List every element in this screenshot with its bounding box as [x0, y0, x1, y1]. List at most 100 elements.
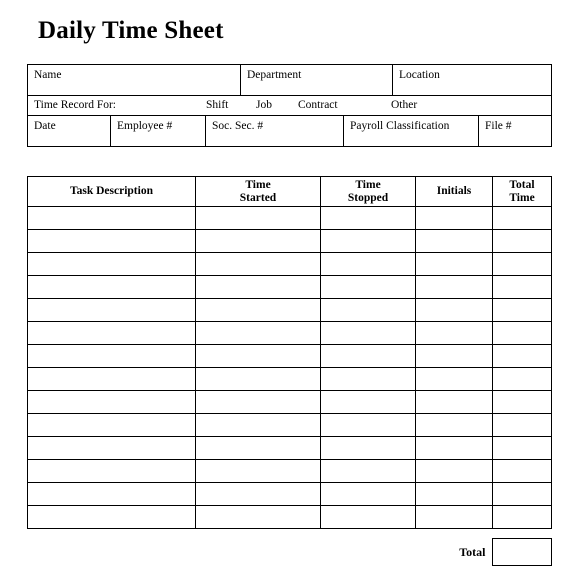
- table-row: [27, 482, 552, 506]
- table-row: [27, 321, 552, 345]
- time-stopped-cell[interactable]: [320, 229, 416, 253]
- time-started-cell[interactable]: [195, 252, 321, 276]
- total-row-spacer-2: [195, 539, 320, 566]
- time-stopped-cell[interactable]: [320, 206, 416, 230]
- initials-cell[interactable]: [415, 482, 493, 506]
- time-started-cell[interactable]: [195, 367, 321, 391]
- page-title: Daily Time Sheet: [38, 17, 224, 44]
- total-time-cell[interactable]: [492, 367, 552, 391]
- total-time-cell[interactable]: [492, 275, 552, 299]
- time-stopped-cell[interactable]: [320, 344, 416, 368]
- time-started-cell[interactable]: [195, 275, 321, 299]
- task-description-cell[interactable]: [27, 206, 196, 230]
- initials-cell[interactable]: [415, 229, 493, 253]
- task-description-cell[interactable]: [27, 482, 196, 506]
- file-number-field-cell[interactable]: File #: [478, 115, 552, 147]
- total-time-cell[interactable]: [492, 229, 552, 253]
- task-description-cell[interactable]: [27, 390, 196, 414]
- task-description-cell[interactable]: [27, 505, 196, 529]
- time-stopped-cell[interactable]: [320, 275, 416, 299]
- time-started-cell[interactable]: [195, 505, 321, 529]
- initials-cell[interactable]: [415, 505, 493, 529]
- task-description-cell[interactable]: [27, 321, 196, 345]
- time-record-for-cell[interactable]: Time Record For: Shift Job Contract Othe…: [27, 95, 552, 116]
- column-header-time-started: Time Started: [195, 176, 321, 207]
- task-description-cell[interactable]: [27, 436, 196, 460]
- task-table-header-row: Task Description Time Started Time Stopp…: [27, 176, 552, 207]
- task-description-cell[interactable]: [27, 413, 196, 437]
- initials-cell[interactable]: [415, 298, 493, 322]
- initials-cell[interactable]: [415, 459, 493, 483]
- total-time-cell[interactable]: [492, 252, 552, 276]
- initials-cell[interactable]: [415, 321, 493, 345]
- initials-cell[interactable]: [415, 344, 493, 368]
- time-started-cell[interactable]: [195, 390, 321, 414]
- payroll-classification-field-cell[interactable]: Payroll Classification: [343, 115, 479, 147]
- table-row: [27, 298, 552, 322]
- job-option-label[interactable]: Job: [256, 99, 272, 112]
- time-started-cell[interactable]: [195, 298, 321, 322]
- department-field-cell[interactable]: Department: [240, 64, 393, 96]
- total-time-cell[interactable]: [492, 390, 552, 414]
- total-time-cell[interactable]: [492, 344, 552, 368]
- time-stopped-cell[interactable]: [320, 413, 416, 437]
- shift-option-label[interactable]: Shift: [206, 99, 228, 112]
- time-started-cell[interactable]: [195, 344, 321, 368]
- task-description-cell[interactable]: [27, 252, 196, 276]
- task-description-cell[interactable]: [27, 367, 196, 391]
- time-stopped-cell[interactable]: [320, 367, 416, 391]
- total-time-cell[interactable]: [492, 298, 552, 322]
- initials-cell[interactable]: [415, 367, 493, 391]
- table-row: [27, 367, 552, 391]
- total-time-cell[interactable]: [492, 436, 552, 460]
- time-stopped-cell[interactable]: [320, 482, 416, 506]
- table-row: [27, 344, 552, 368]
- total-time-cell[interactable]: [492, 482, 552, 506]
- initials-cell[interactable]: [415, 390, 493, 414]
- date-field-cell[interactable]: Date: [27, 115, 111, 147]
- total-time-cell[interactable]: [492, 321, 552, 345]
- time-stopped-cell[interactable]: [320, 459, 416, 483]
- time-started-cell[interactable]: [195, 436, 321, 460]
- time-stopped-cell[interactable]: [320, 390, 416, 414]
- time-started-cell[interactable]: [195, 206, 321, 230]
- column-header-total-time: Total Time: [492, 176, 552, 207]
- info-row-time-record: Time Record For: Shift Job Contract Othe…: [27, 95, 552, 116]
- time-stopped-cell[interactable]: [320, 321, 416, 345]
- employee-number-field-cell[interactable]: Employee #: [110, 115, 206, 147]
- initials-cell[interactable]: [415, 206, 493, 230]
- task-description-cell[interactable]: [27, 298, 196, 322]
- initials-cell[interactable]: [415, 252, 493, 276]
- initials-cell[interactable]: [415, 436, 493, 460]
- contract-option-label[interactable]: Contract: [298, 99, 338, 112]
- task-description-cell[interactable]: [27, 229, 196, 253]
- initials-cell[interactable]: [415, 275, 493, 299]
- initials-cell[interactable]: [415, 413, 493, 437]
- time-started-cell[interactable]: [195, 321, 321, 345]
- task-entry-table: Task Description Time Started Time Stopp…: [27, 176, 552, 529]
- total-value-cell[interactable]: [491, 538, 552, 566]
- ssn-field-cell[interactable]: Soc. Sec. #: [205, 115, 344, 147]
- total-time-cell[interactable]: [492, 505, 552, 529]
- column-header-task-description: Task Description: [27, 176, 196, 207]
- time-started-cell[interactable]: [195, 459, 321, 483]
- task-description-cell[interactable]: [27, 459, 196, 483]
- time-started-cell[interactable]: [195, 413, 321, 437]
- time-stopped-cell[interactable]: [320, 505, 416, 529]
- name-field-cell[interactable]: Name: [27, 64, 241, 96]
- time-started-cell[interactable]: [195, 482, 321, 506]
- header-line-1: Initials: [436, 185, 472, 197]
- task-description-cell[interactable]: [27, 344, 196, 368]
- table-row: [27, 252, 552, 276]
- time-started-cell[interactable]: [195, 229, 321, 253]
- task-description-cell[interactable]: [27, 275, 196, 299]
- total-time-cell[interactable]: [492, 413, 552, 437]
- info-row-ids: Date Employee # Soc. Sec. # Payroll Clas…: [27, 115, 552, 147]
- location-field-cell[interactable]: Location: [392, 64, 552, 96]
- time-stopped-cell[interactable]: [320, 436, 416, 460]
- time-stopped-cell[interactable]: [320, 252, 416, 276]
- total-time-cell[interactable]: [492, 459, 552, 483]
- total-time-cell[interactable]: [492, 206, 552, 230]
- time-stopped-cell[interactable]: [320, 298, 416, 322]
- other-option-label[interactable]: Other: [391, 99, 417, 112]
